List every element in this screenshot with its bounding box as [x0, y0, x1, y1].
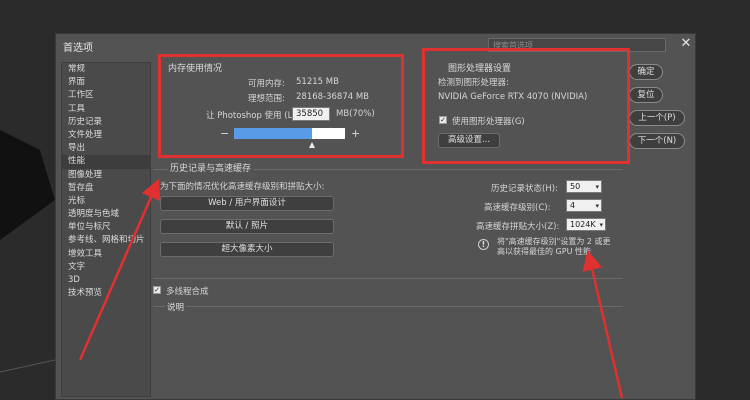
annotation-arrows	[78, 178, 624, 399]
arrow-to-memory	[78, 178, 161, 361]
arrow-to-gpu	[582, 250, 624, 399]
